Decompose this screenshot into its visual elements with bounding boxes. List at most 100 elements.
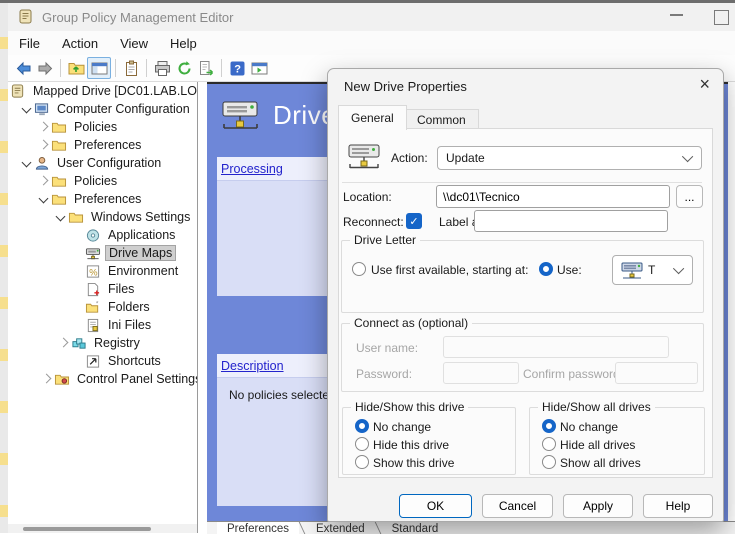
print-icon[interactable] bbox=[151, 58, 173, 78]
tree-horizontal-scrollbar[interactable] bbox=[8, 524, 197, 533]
show-this-drive-radio[interactable] bbox=[355, 455, 369, 469]
action-pane-toggle-icon[interactable] bbox=[248, 58, 270, 78]
user-name-label: User name: bbox=[356, 341, 418, 355]
tree-row[interactable]: Shortcuts bbox=[8, 352, 197, 370]
tree-row[interactable]: Ini Files bbox=[8, 316, 197, 334]
tree-item-policies[interactable]: Policies bbox=[71, 174, 120, 188]
hide-this-drive-radio[interactable] bbox=[355, 437, 369, 451]
chevron-down-icon[interactable] bbox=[37, 192, 51, 206]
menu-bar: File Action View Help bbox=[8, 31, 735, 55]
tree-row[interactable]: User Configuration bbox=[8, 154, 197, 172]
refresh-icon[interactable] bbox=[173, 58, 195, 78]
help-icon[interactable]: ? bbox=[226, 58, 248, 78]
tree-row[interactable]: Mapped Drive [DC01.LAB.LOCAL] bbox=[8, 82, 197, 100]
chevron-right-icon[interactable] bbox=[37, 174, 51, 188]
no-change-all-radio[interactable] bbox=[542, 419, 556, 433]
apply-button[interactable]: Apply bbox=[563, 494, 633, 518]
hide-this-drive-label: Hide this drive bbox=[373, 438, 449, 452]
use-radio[interactable] bbox=[539, 262, 553, 276]
tree-item-folders[interactable]: Folders bbox=[105, 300, 153, 314]
show-all-drives-radio[interactable] bbox=[542, 455, 556, 469]
tree-item-policies[interactable]: Policies bbox=[71, 120, 120, 134]
chevron-right-icon[interactable] bbox=[40, 372, 54, 386]
show-this-drive-label: Show this drive bbox=[373, 456, 454, 470]
tree-row[interactable]: Windows Settings bbox=[8, 208, 197, 226]
tree-row[interactable]: Computer Configuration bbox=[8, 100, 197, 118]
tree-row[interactable]: Policies bbox=[8, 118, 197, 136]
console-tree-toggle-icon[interactable] bbox=[87, 57, 111, 79]
drive-letter-dropdown[interactable]: T bbox=[612, 255, 693, 285]
tree-row[interactable]: % Environment bbox=[8, 262, 197, 280]
tree-item-control-panel-settings[interactable]: Control Panel Settings bbox=[74, 372, 197, 386]
tab-general[interactable]: General bbox=[338, 105, 407, 130]
new-drive-properties-dialog: New Drive Properties × General Common Ac… bbox=[327, 68, 724, 522]
tree-row[interactable]: Registry bbox=[8, 334, 197, 352]
help-button[interactable]: Help bbox=[643, 494, 713, 518]
chevron-down-icon[interactable] bbox=[20, 102, 34, 116]
export-list-icon[interactable] bbox=[195, 58, 217, 78]
chevron-down-icon[interactable] bbox=[54, 210, 68, 224]
tree-item-preferences[interactable]: Preferences bbox=[71, 192, 144, 206]
tree-row[interactable]: Policies bbox=[8, 172, 197, 190]
back-icon[interactable] bbox=[12, 58, 34, 78]
no-change-all-label: No change bbox=[560, 420, 618, 434]
tab-common[interactable]: Common bbox=[404, 109, 479, 130]
tree-item-applications[interactable]: Applications bbox=[105, 228, 178, 242]
tree-row[interactable]: Control Panel Settings bbox=[8, 370, 197, 388]
tab-preferences[interactable]: Preferences bbox=[217, 522, 299, 534]
up-one-level-icon[interactable] bbox=[65, 58, 87, 78]
chevron-right-icon[interactable] bbox=[37, 120, 51, 134]
tree-item-drive-maps[interactable]: Drive Maps bbox=[105, 245, 176, 261]
result-pane-tabs: Preferences Extended Standard bbox=[207, 521, 735, 534]
menu-action[interactable]: Action bbox=[51, 33, 109, 54]
tree-row[interactable]: Drive Maps bbox=[8, 244, 197, 262]
label-as-input[interactable] bbox=[474, 210, 668, 232]
tree-row[interactable]: Applications bbox=[8, 226, 197, 244]
tree-row[interactable]: Files bbox=[8, 280, 197, 298]
minimize-button[interactable] bbox=[670, 14, 683, 16]
ok-button[interactable]: OK bbox=[399, 494, 472, 518]
tab-extended[interactable]: Extended bbox=[306, 522, 375, 534]
connect-as-group: Connect as (optional) User name: Passwor… bbox=[341, 323, 704, 392]
processing-link[interactable]: Processing bbox=[221, 162, 283, 176]
tree-item-registry[interactable]: Registry bbox=[91, 336, 143, 350]
tree-item-environment[interactable]: Environment bbox=[105, 264, 181, 278]
close-icon[interactable]: × bbox=[699, 75, 710, 93]
properties-icon[interactable] bbox=[120, 58, 142, 78]
maximize-button[interactable] bbox=[714, 10, 729, 25]
reconnect-checkbox[interactable] bbox=[406, 213, 422, 229]
chevron-right-icon[interactable] bbox=[57, 336, 71, 350]
tree-item-root[interactable]: Mapped Drive [DC01.LAB.LOCAL] bbox=[30, 84, 197, 98]
use-first-available-radio[interactable] bbox=[352, 262, 366, 276]
location-input[interactable] bbox=[436, 185, 670, 208]
menu-file[interactable]: File bbox=[8, 33, 51, 54]
no-change-radio[interactable] bbox=[355, 419, 369, 433]
cancel-button[interactable]: Cancel bbox=[482, 494, 553, 518]
chevron-down-icon[interactable] bbox=[20, 156, 34, 170]
tree-item-user-configuration[interactable]: User Configuration bbox=[54, 156, 164, 170]
tree-item-preferences[interactable]: Preferences bbox=[71, 138, 144, 152]
forward-icon[interactable] bbox=[34, 58, 56, 78]
dialog-title: New Drive Properties bbox=[344, 79, 467, 94]
tree-row[interactable]: Preferences bbox=[8, 136, 197, 154]
tree-row[interactable]: Preferences bbox=[8, 190, 197, 208]
hide-show-this-drive-group: Hide/Show this drive No change Hide this… bbox=[342, 407, 516, 475]
use-label: Use: bbox=[557, 263, 582, 277]
tree-item-computer-configuration[interactable]: Computer Configuration bbox=[54, 102, 193, 116]
description-link[interactable]: Description bbox=[221, 359, 284, 373]
menu-help[interactable]: Help bbox=[159, 33, 208, 54]
browse-button[interactable]: ... bbox=[676, 185, 703, 208]
tab-standard[interactable]: Standard bbox=[382, 522, 449, 534]
tree-item-shortcuts[interactable]: Shortcuts bbox=[105, 354, 164, 368]
menu-view[interactable]: View bbox=[109, 33, 159, 54]
divider bbox=[342, 182, 702, 183]
tree-row[interactable]: * Folders bbox=[8, 298, 197, 316]
tree-item-ini-files[interactable]: Ini Files bbox=[105, 318, 154, 332]
hide-all-drives-radio[interactable] bbox=[542, 437, 556, 451]
chevron-right-icon[interactable] bbox=[37, 138, 51, 152]
action-dropdown[interactable]: Update bbox=[437, 146, 702, 170]
folder-icon bbox=[51, 174, 67, 189]
tree-item-windows-settings[interactable]: Windows Settings bbox=[88, 210, 193, 224]
scrollbar-thumb[interactable] bbox=[23, 527, 151, 531]
tree-item-files[interactable]: Files bbox=[105, 282, 137, 296]
